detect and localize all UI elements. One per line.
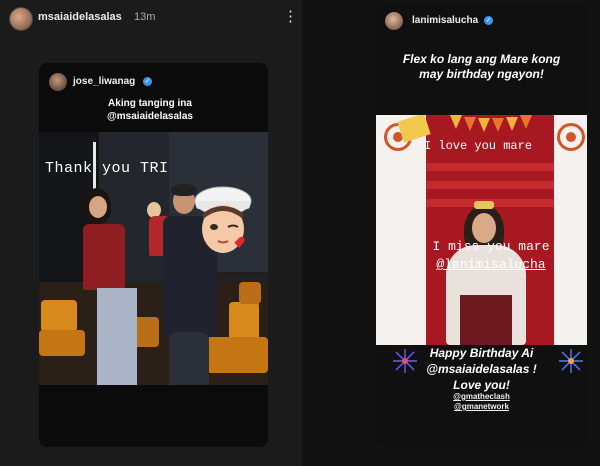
birthday-photo: I love you mare I miss you mare @lanimis… <box>376 115 587 345</box>
repost-caption-mention[interactable]: @msaiaidelasalas <box>95 111 205 122</box>
story-caption: Flex ko lang ang Mare kong may birthday … <box>382 52 581 82</box>
story-timestamp: 13m <box>134 11 156 23</box>
mention-tag[interactable]: @gmatheclash <box>376 392 587 401</box>
caption-line: Flex ko lang ang Mare kong <box>402 52 561 66</box>
story-username[interactable]: msaiaidelasalas <box>38 11 122 23</box>
verified-badge-icon: ✓ <box>484 16 493 25</box>
bunting-decor <box>450 115 532 132</box>
reposted-story-card[interactable]: jose_liwanag ✓ Aking tanging ina @msaiai… <box>39 63 268 447</box>
caption-line: may birthday ngayon! <box>419 67 544 81</box>
photo-text-love: I love you mare <box>424 139 533 153</box>
photo-text-miss: I miss you mare <box>432 239 550 254</box>
more-vertical-icon[interactable]: ⋮ <box>283 8 298 26</box>
story-username[interactable]: lanimisalucha <box>412 15 478 26</box>
repost-username[interactable]: jose_liwanag <box>73 76 135 87</box>
repost-caption-line1: Aking tanging ina <box>108 98 192 109</box>
photo-text-mention[interactable]: @lanimisalucha <box>406 257 576 272</box>
photo-caption-text: Thank you TRI <box>45 160 169 177</box>
story-header: msaiaidelasalas 13m ⋮ <box>0 0 302 36</box>
right-story[interactable]: lanimisalucha ✓ Flex ko lang ang Mare ko… <box>376 4 587 446</box>
avatar[interactable] <box>49 73 67 91</box>
birthday-greeting: Happy Birthday Ai <box>429 346 534 360</box>
avatar[interactable] <box>9 7 33 31</box>
birthday-mention[interactable]: @msaiaidelasalas ! <box>376 362 587 376</box>
verified-badge-icon: ✓ <box>143 77 152 86</box>
avatar[interactable] <box>385 12 403 30</box>
memoji-sticker <box>194 186 252 253</box>
left-story[interactable]: msaiaidelasalas 13m ⋮ jose_liwanag ✓ Aki… <box>0 0 302 466</box>
cinema-photo: Thank you TRI <box>39 132 268 385</box>
birthday-love: Love you! <box>453 378 510 392</box>
mention-tag[interactable]: @gmanetwork <box>376 402 587 411</box>
